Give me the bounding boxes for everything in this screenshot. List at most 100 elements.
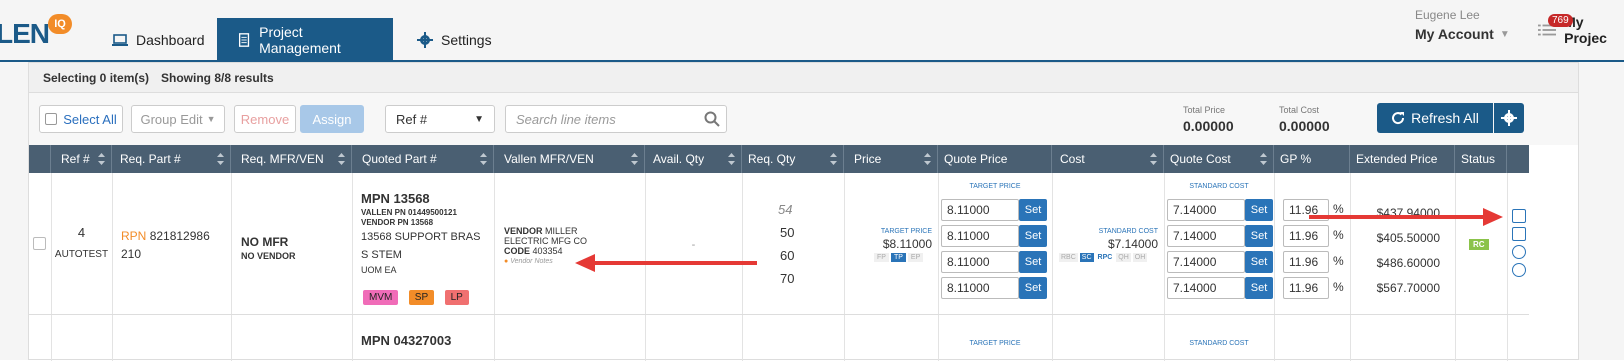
- gear-icon: [417, 32, 433, 48]
- group-edit-button[interactable]: Group Edit ▼: [131, 105, 225, 133]
- quote-cost-input-2[interactable]: 7.14000: [1167, 225, 1245, 247]
- col-req-qty[interactable]: Req. Qty: [742, 145, 844, 173]
- sort-icon: [1150, 153, 1157, 165]
- group-edit-label: Group Edit: [140, 111, 203, 127]
- col-req-part[interactable]: Req. Part #: [112, 145, 231, 173]
- account-label: My Account: [1415, 26, 1494, 42]
- search-input[interactable]: Search line items: [505, 105, 727, 133]
- col-cost[interactable]: Cost: [1052, 145, 1164, 173]
- quote-cost-input-4[interactable]: 7.14000: [1167, 277, 1245, 299]
- col-req-mfr[interactable]: Req. MFR/VEN: [231, 145, 352, 173]
- col-vallen-mfr[interactable]: Vallen MFR/VEN: [494, 145, 645, 173]
- cost-mode-toggle: RBC SC RPC QH OH: [1059, 253, 1148, 262]
- gp-input-2[interactable]: 11.96: [1283, 225, 1329, 247]
- gp-percent-1: %: [1333, 202, 1344, 216]
- col-quote-cost[interactable]: Quote Cost: [1164, 145, 1274, 173]
- col-extended-price[interactable]: Extended Price: [1350, 145, 1455, 173]
- col-quoted-part[interactable]: Quoted Part #: [352, 145, 494, 173]
- table-header: Ref # Req. Part # Req. MFR/VEN Quoted Pa…: [29, 145, 1529, 173]
- rpn-value-cont: 210: [121, 247, 142, 261]
- vendor-code: CODE 403354: [504, 246, 563, 256]
- quote-price-input-2[interactable]: 8.11000: [941, 225, 1019, 247]
- scrollbar-area[interactable]: [1579, 62, 1624, 360]
- logo-text: LEN: [0, 18, 50, 49]
- app-logo[interactable]: LEN IQ: [0, 10, 80, 50]
- vendor-info: VENDOR MILLER: [504, 226, 578, 236]
- gp-input-4[interactable]: 11.96: [1283, 277, 1329, 299]
- tab-dashboard[interactable]: Dashboard: [92, 18, 225, 62]
- cost-mode-rbc[interactable]: RBC: [1059, 253, 1078, 262]
- col-quote-cost-label: Quote Cost: [1170, 152, 1231, 166]
- cost-mode-rpc[interactable]: RPC: [1096, 253, 1115, 262]
- account-menu[interactable]: Eugene Lee My Account ▼: [1415, 8, 1510, 42]
- tag-lp[interactable]: LP: [444, 290, 469, 305]
- row-checkbox[interactable]: [33, 237, 46, 250]
- laptop-icon: [112, 34, 128, 46]
- quote-cost-input-1[interactable]: 7.14000: [1167, 199, 1245, 221]
- col-avail-qty[interactable]: Avail. Qty: [645, 145, 742, 173]
- status-badge: RC: [1469, 239, 1489, 250]
- quote-price-set-button-1[interactable]: Set: [1019, 199, 1047, 221]
- tab-project-management[interactable]: Project Management: [217, 18, 393, 62]
- quote-cost-set-button-1[interactable]: Set: [1245, 199, 1273, 221]
- col-cost-label: Cost: [1060, 152, 1085, 166]
- sort-icon: [217, 153, 224, 165]
- cost-mode-oh[interactable]: OH: [1132, 253, 1148, 262]
- col-price[interactable]: Price: [844, 145, 938, 173]
- col-vallen-mfr-label: Vallen MFR/VEN: [504, 152, 594, 166]
- select-all-button[interactable]: Select All: [39, 105, 123, 133]
- total-cost-label: Total Cost: [1279, 105, 1320, 115]
- req-mfr: NO MFR: [241, 235, 289, 249]
- sort-icon: [98, 153, 105, 165]
- price-mode-fp[interactable]: FP: [874, 253, 889, 262]
- quote-cost-set-button-3[interactable]: Set: [1245, 251, 1273, 273]
- gp-percent-2: %: [1333, 228, 1344, 242]
- select-all-label: Select All: [63, 111, 117, 127]
- price-mode-ep[interactable]: EP: [907, 253, 924, 262]
- col-quote-price[interactable]: Quote Price: [938, 145, 1052, 173]
- standard-cost-value: $7.14000: [1107, 237, 1158, 251]
- refresh-all-label: Refresh All: [1411, 110, 1479, 126]
- quote-cost-set-button-4[interactable]: Set: [1245, 277, 1273, 299]
- quote-price-set-button-3[interactable]: Set: [1019, 251, 1047, 273]
- user-name: Eugene Lee: [1415, 8, 1480, 22]
- price-mode-tp[interactable]: TP: [890, 253, 906, 262]
- quote-cost-set-button-2[interactable]: Set: [1245, 225, 1273, 247]
- gp-percent-3: %: [1333, 254, 1344, 268]
- price-mode-toggle: FP TP EP: [874, 253, 924, 262]
- history-icon[interactable]: [1512, 245, 1526, 259]
- refresh-all-button[interactable]: Refresh All: [1377, 103, 1493, 133]
- col-status[interactable]: Status: [1455, 145, 1507, 173]
- req-qty-3: 70: [780, 271, 795, 286]
- copy-icon[interactable]: [1512, 209, 1526, 223]
- tab-dashboard-label: Dashboard: [136, 32, 205, 48]
- remove-button[interactable]: Remove: [234, 105, 296, 133]
- uom: UOM EA: [361, 265, 397, 275]
- tag-sp[interactable]: SP: [408, 290, 435, 305]
- quote-price-set-button-2[interactable]: Set: [1019, 225, 1047, 247]
- col-ref[interactable]: Ref #: [51, 145, 112, 173]
- quote-price-set-button-4[interactable]: Set: [1019, 277, 1047, 299]
- quote-price-input-3[interactable]: 8.11000: [941, 251, 1019, 273]
- refresh-settings-button[interactable]: [1494, 103, 1524, 133]
- cost-mode-qh[interactable]: QH: [1116, 253, 1131, 262]
- col-gp[interactable]: GP %: [1274, 145, 1350, 173]
- vendor-notes-link[interactable]: ● Vendor Notes: [504, 258, 553, 265]
- tab-settings[interactable]: Settings: [397, 18, 512, 62]
- tag-mvm[interactable]: MVM: [363, 290, 399, 305]
- total-cost-value: 0.00000: [1279, 118, 1330, 134]
- quote-cost-input-3[interactable]: 7.14000: [1167, 251, 1245, 273]
- part-description: 13568 SUPPORT BRAS: [361, 231, 481, 243]
- quote-target-price-label: TARGET PRICE: [969, 183, 1021, 190]
- cost-mode-sc[interactable]: SC: [1079, 253, 1094, 262]
- header-checkbox-col: [29, 145, 51, 173]
- quote-price-input-4[interactable]: 8.11000: [941, 277, 1019, 299]
- expand-icon[interactable]: [1512, 263, 1526, 277]
- assign-button[interactable]: Assign: [300, 105, 364, 133]
- vendor-name-cont: ELECTRIC MFG CO: [504, 236, 588, 246]
- quote-price-input-1[interactable]: 8.11000: [941, 199, 1019, 221]
- edit-icon[interactable]: [1512, 227, 1526, 241]
- sort-select[interactable]: Ref # ▼: [385, 105, 495, 133]
- gp-input-3[interactable]: 11.96: [1283, 251, 1329, 273]
- tab-project-management-label: Project Management: [259, 24, 341, 56]
